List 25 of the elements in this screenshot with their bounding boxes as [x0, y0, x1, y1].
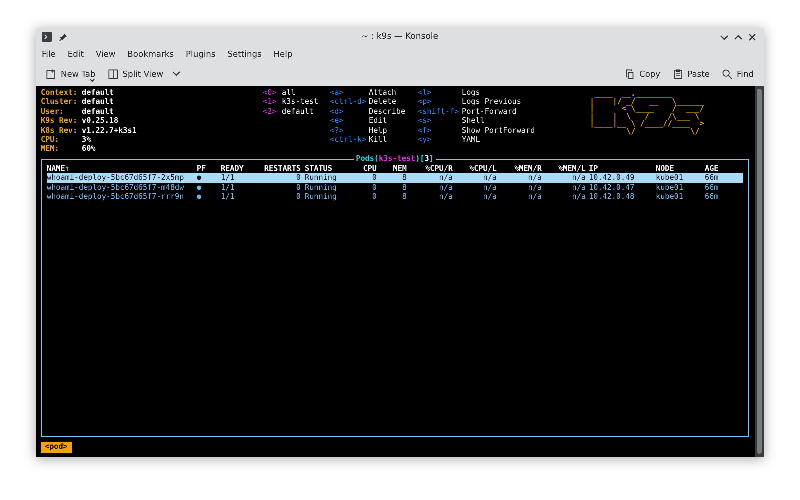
menu-item[interactable]: Settings	[228, 49, 267, 59]
window-title: ~ : k9s — Konsole	[361, 32, 438, 42]
new-tab-icon	[46, 68, 57, 80]
menu-item[interactable]: File	[42, 49, 61, 59]
scrollbar[interactable]	[755, 86, 764, 457]
copy-icon	[624, 68, 636, 80]
terminal-icon	[42, 32, 52, 42]
scrollbar-thumb[interactable]	[757, 89, 762, 454]
caret-icon	[90, 78, 95, 82]
menu-item[interactable]: Bookmarks	[128, 49, 180, 59]
pin-icon[interactable]	[59, 32, 68, 42]
split-view-button[interactable]: Split View	[104, 66, 185, 82]
close-icon[interactable]	[747, 32, 758, 42]
menu-item[interactable]: Plugins	[186, 49, 221, 59]
menu-item[interactable]: View	[96, 49, 121, 59]
find-button[interactable]: Find	[718, 66, 758, 82]
search-icon	[722, 68, 733, 80]
copy-button[interactable]: Copy	[620, 66, 665, 82]
new-tab-button[interactable]: New Tab	[42, 66, 100, 82]
chevron-down-icon	[172, 71, 181, 77]
split-view-icon	[108, 68, 119, 80]
clipboard-icon	[672, 68, 684, 80]
paste-button[interactable]: Paste	[668, 66, 714, 82]
menu-item[interactable]: Help	[274, 49, 298, 59]
menu-item[interactable]: Edit	[68, 49, 89, 59]
